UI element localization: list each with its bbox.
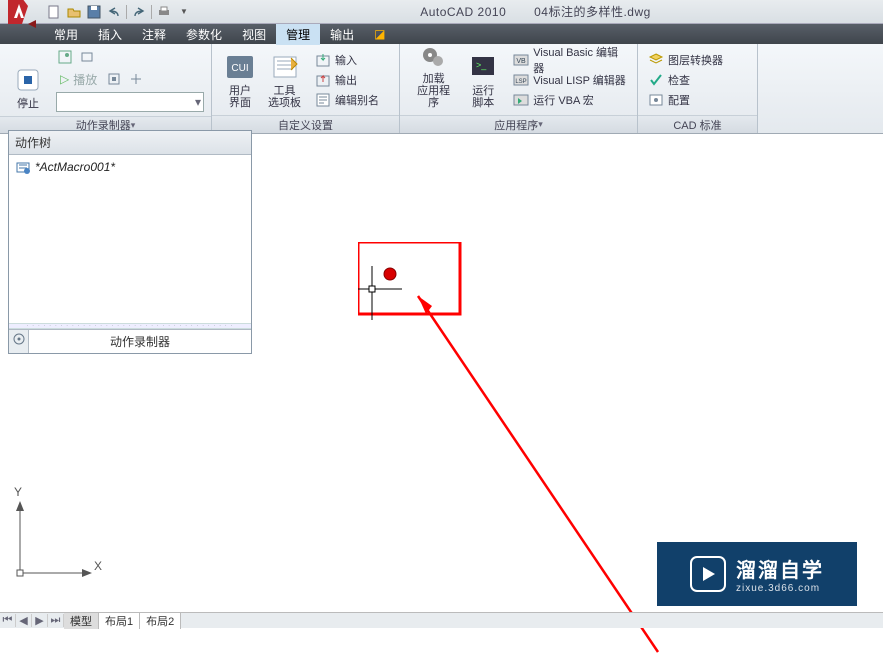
watermark-brand: 溜溜自学 — [736, 554, 824, 583]
layout-tab-1[interactable]: 布局1 — [99, 613, 140, 629]
action-option3-icon[interactable] — [104, 69, 124, 89]
app-menu-button[interactable] — [4, 0, 40, 30]
qat-print-icon[interactable] — [156, 4, 172, 20]
svg-text:LSP: LSP — [516, 79, 527, 85]
panel-label-standards: CAD 标准 — [638, 115, 757, 133]
run-vba-button[interactable]: 运行 VBA 宏 — [509, 90, 631, 110]
play-button[interactable]: ▷播放 — [54, 68, 103, 90]
vlisp-editor-button[interactable]: LSPVisual LISP 编辑器 — [509, 70, 631, 90]
app-name: AutoCAD 2010 — [420, 5, 506, 19]
check-icon — [648, 72, 664, 88]
watermark-domain: zixue.3d66.com — [736, 583, 824, 594]
tab-extra-icon[interactable]: ◪ — [364, 25, 395, 43]
stop-icon — [12, 64, 44, 96]
import-icon — [315, 52, 331, 68]
watermark-logo-icon — [690, 556, 726, 592]
tab-nav-next-icon[interactable]: ▶ — [32, 614, 48, 627]
axis-y-label: Y — [14, 485, 22, 499]
ribbon: 停止 ▷播放 ▾ 动作录制器 CUI 用户 界面 — [0, 44, 883, 134]
layout-tab-model[interactable]: 模型 — [64, 613, 99, 629]
tab-manage[interactable]: 管理 — [276, 24, 320, 45]
window-title: AutoCAD 2010 04标注的多样性.dwg — [192, 3, 879, 20]
check-button[interactable]: 检查 — [644, 70, 727, 90]
qat-new-icon[interactable] — [46, 4, 62, 20]
ribbon-tabs: 常用 插入 注释 参数化 视图 管理 输出 ◪ — [0, 24, 883, 44]
qat-open-icon[interactable] — [66, 4, 82, 20]
qat-redo-icon[interactable] — [131, 4, 147, 20]
document-name: 04标注的多样性.dwg — [534, 5, 651, 19]
vb-editor-button[interactable]: VBVisual Basic 编辑器 — [509, 50, 631, 70]
watermark-badge: 溜溜自学 zixue.3d66.com — [657, 542, 857, 606]
quick-access-toolbar: ▼ — [46, 4, 192, 20]
axis-x-label: X — [94, 559, 102, 573]
palette-icon — [269, 51, 301, 83]
ucs-icon: Y X — [14, 499, 104, 592]
load-app-icon — [418, 45, 450, 71]
tab-parametric[interactable]: 参数化 — [176, 24, 232, 45]
svg-text:CUI: CUI — [231, 63, 248, 74]
tool-palettes-button[interactable]: 工具 选项板 — [262, 48, 307, 112]
tab-output[interactable]: 输出 — [320, 24, 364, 45]
script-icon: >_ — [467, 51, 499, 83]
qat-undo-icon[interactable] — [106, 4, 122, 20]
tab-home[interactable]: 常用 — [44, 24, 88, 45]
lisp-icon: LSP — [513, 72, 529, 88]
svg-text:>_: >_ — [476, 60, 487, 70]
vb-icon: VB — [513, 52, 529, 68]
tab-view[interactable]: 视图 — [232, 24, 276, 45]
layer-icon — [648, 52, 664, 68]
qat-separator — [126, 5, 127, 19]
tab-insert[interactable]: 插入 — [88, 24, 132, 45]
action-option4-icon[interactable] — [126, 69, 146, 89]
export-button[interactable]: 输出 — [311, 70, 383, 90]
panel-applications: 加载 应用程序 >_ 运行 脚本 VBVisual Basic 编辑器 LSPV… — [400, 44, 638, 133]
layer-translate-button[interactable]: 图层转换器 — [644, 50, 727, 70]
action-option1-icon[interactable] — [55, 47, 75, 67]
alias-icon — [315, 92, 331, 108]
tab-nav-prev-icon[interactable]: ◀ — [16, 614, 32, 627]
panel-action-recorder: 停止 ▷播放 ▾ 动作录制器 — [0, 44, 212, 133]
drawing-canvas[interactable]: Y X — [0, 134, 883, 612]
panel-label-applications[interactable]: 应用程序 — [400, 115, 637, 133]
load-app-button[interactable]: 加载 应用程序 — [406, 48, 461, 112]
stop-button[interactable]: 停止 — [6, 48, 50, 112]
panel-customize: CUI 用户 界面 工具 选项板 输入 输出 编辑别名 自定义设置 — [212, 44, 400, 133]
qat-dropdown-icon[interactable]: ▼ — [176, 4, 192, 20]
layout-tab-bar: ⏮ ◀ ▶ ⏭ 模型 布局1 布局2 — [0, 612, 883, 628]
action-macro-dropdown[interactable]: ▾ — [56, 92, 204, 112]
qat-save-icon[interactable] — [86, 4, 102, 20]
cui-icon: CUI — [224, 51, 256, 83]
edit-alias-button[interactable]: 编辑别名 — [311, 90, 383, 110]
qat-separator — [151, 5, 152, 19]
export-icon — [315, 72, 331, 88]
title-bar: ▼ AutoCAD 2010 04标注的多样性.dwg — [0, 0, 883, 24]
vba-icon — [513, 92, 529, 108]
import-button[interactable]: 输入 — [311, 50, 383, 70]
tab-nav-last-icon[interactable]: ⏭ — [48, 614, 64, 627]
run-script-button[interactable]: >_ 运行 脚本 — [461, 48, 505, 112]
layout-tab-2[interactable]: 布局2 — [140, 613, 181, 629]
play-icon: ▷ — [60, 72, 69, 86]
config-icon — [648, 92, 664, 108]
tab-annotate[interactable]: 注释 — [132, 24, 176, 45]
tab-nav-first-icon[interactable]: ⏮ — [0, 614, 16, 627]
configure-button[interactable]: 配置 — [644, 90, 727, 110]
action-option2-icon[interactable] — [77, 47, 97, 67]
panel-cad-standards: 图层转换器 检查 配置 CAD 标准 — [638, 44, 758, 133]
svg-text:VB: VB — [517, 58, 527, 65]
cui-button[interactable]: CUI 用户 界面 — [218, 48, 262, 112]
